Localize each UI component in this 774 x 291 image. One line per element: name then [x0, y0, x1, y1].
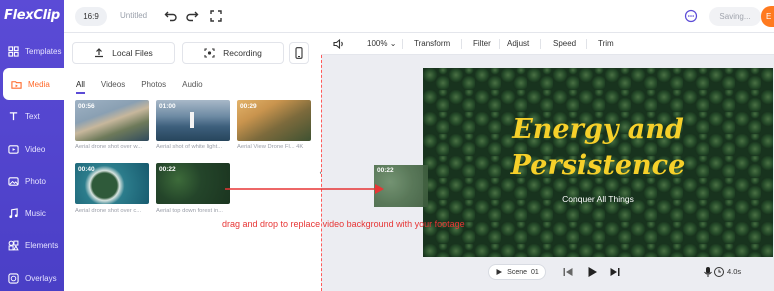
toolbar-speed[interactable]: Speed — [553, 39, 576, 48]
sidebar-item-music[interactable]: Music — [0, 197, 64, 229]
sidebar-item-label: Templates — [25, 46, 62, 56]
tab-all[interactable]: All — [76, 80, 85, 94]
sidebar-item-overlays[interactable]: Overlays — [0, 262, 64, 291]
duration-readout: 4.0s — [727, 267, 742, 276]
media-panel: Local Files Recording All Videos Photos … — [64, 33, 321, 291]
recording-button[interactable]: Recording — [182, 42, 284, 64]
clip-caption: Aerial top down forest in... — [156, 208, 224, 214]
sidebar-item-elements[interactable]: Elements — [0, 229, 64, 261]
redo-icon[interactable] — [185, 9, 199, 23]
toolbar-adjust[interactable]: Adjust — [507, 39, 529, 48]
media-tabs: All Videos Photos Audio — [76, 80, 219, 94]
clip-duration: 00:29 — [240, 103, 257, 110]
aspect-ratio-button[interactable]: 16:9 — [75, 7, 107, 26]
recording-label: Recording — [223, 48, 262, 58]
clip-caption: Aerial drone shot over c... — [75, 208, 142, 214]
toolbar-filter[interactable]: Filter — [473, 39, 491, 48]
chat-icon[interactable] — [684, 9, 698, 23]
video-title-line1[interactable]: Energy and — [423, 114, 773, 145]
clip-duration: 00:40 — [78, 166, 95, 173]
record-screen-icon — [204, 48, 215, 58]
drag-instruction: drag and drop to replace video backgroun… — [222, 219, 465, 229]
text-icon — [9, 111, 18, 120]
media-icon — [11, 80, 22, 89]
templates-icon — [8, 45, 19, 57]
media-clip[interactable]: 00:29 — [237, 100, 311, 141]
sidebar-item-photo[interactable]: Photo — [0, 165, 64, 197]
media-clip[interactable]: 01:00 — [156, 100, 230, 141]
drag-arrow — [225, 184, 384, 194]
skip-forward-icon[interactable] — [609, 266, 621, 278]
tab-photos[interactable]: Photos — [141, 80, 166, 94]
fullscreen-icon[interactable] — [209, 9, 223, 23]
media-clip[interactable]: 00:22 — [156, 163, 230, 204]
chevron-down-icon: ⌄ — [389, 39, 397, 48]
editor-toolbar: 100% ⌄ Transform Filter Adjust Speed Tri… — [321, 33, 774, 55]
upload-icon — [95, 48, 104, 58]
flexclip-logo[interactable]: FlexClip — [4, 8, 60, 23]
music-icon — [9, 207, 18, 218]
media-clip[interactable]: 00:56 — [75, 100, 149, 141]
video-title-line2[interactable]: Persistence — [423, 150, 773, 181]
local-files-button[interactable]: Local Files — [72, 42, 175, 64]
sidebar-item-label: Elements — [25, 240, 59, 250]
tab-audio[interactable]: Audio — [182, 80, 202, 94]
sidebar-item-label: Photo — [25, 176, 46, 186]
sidebar-item-label: Text — [25, 111, 40, 121]
toolbar-transform[interactable]: Transform — [414, 39, 450, 48]
zoom-select[interactable]: 100% ⌄ — [367, 39, 396, 48]
sidebar-item-text[interactable]: Text — [0, 100, 64, 132]
video-preview[interactable]: Energy and Persistence Conquer All Thing… — [423, 68, 773, 257]
overlays-icon — [8, 272, 19, 284]
scene-button[interactable]: Scene 01 — [488, 264, 546, 280]
play-icon[interactable] — [586, 266, 598, 278]
scene-number: 01 — [531, 268, 539, 276]
media-clip[interactable]: 00:40 — [75, 163, 149, 204]
top-bar: 16:9 Untitled Saving... E — [64, 0, 774, 33]
sidebar: FlexClip Templates Media Text Video Phot… — [0, 0, 64, 291]
clip-duration: 00:56 — [78, 103, 95, 110]
clip-duration: 00:22 — [159, 166, 176, 173]
sidebar-item-media[interactable]: Media — [3, 68, 64, 100]
sidebar-item-label: Music — [25, 208, 46, 218]
toolbar-trim[interactable]: Trim — [598, 39, 614, 48]
local-files-label: Local Files — [112, 48, 153, 58]
sidebar-item-video[interactable]: Video — [0, 133, 64, 165]
elements-icon — [8, 240, 19, 250]
video-subtitle[interactable]: Conquer All Things — [423, 194, 773, 204]
phone-upload-button[interactable] — [289, 42, 309, 64]
project-title-input[interactable]: Untitled — [120, 11, 147, 20]
video-icon — [8, 144, 19, 154]
sidebar-item-label: Media — [28, 79, 50, 89]
skip-back-icon[interactable] — [562, 266, 574, 278]
play-small-icon — [496, 269, 503, 275]
clip-duration: 00:22 — [377, 167, 394, 174]
export-button[interactable]: E — [761, 6, 774, 27]
save-status: Saving... — [709, 7, 761, 26]
clip-caption: Aerial View Drone Fl... 4K — [237, 144, 304, 150]
volume-icon[interactable] — [333, 38, 345, 50]
clock-icon — [714, 267, 724, 277]
photo-icon — [8, 176, 19, 186]
sidebar-item-label: Video — [25, 144, 46, 154]
phone-icon — [295, 47, 303, 59]
tab-videos[interactable]: Videos — [101, 80, 125, 94]
clip-caption: Aerial drone shot over w... — [75, 144, 143, 150]
sidebar-item-templates[interactable]: Templates — [0, 35, 64, 67]
scene-label: Scene — [507, 268, 528, 276]
clip-duration: 01:00 — [159, 103, 176, 110]
undo-icon[interactable] — [164, 9, 178, 23]
sidebar-item-label: Overlays — [25, 273, 57, 283]
clip-caption: Aerial shot of white light... — [156, 144, 223, 150]
